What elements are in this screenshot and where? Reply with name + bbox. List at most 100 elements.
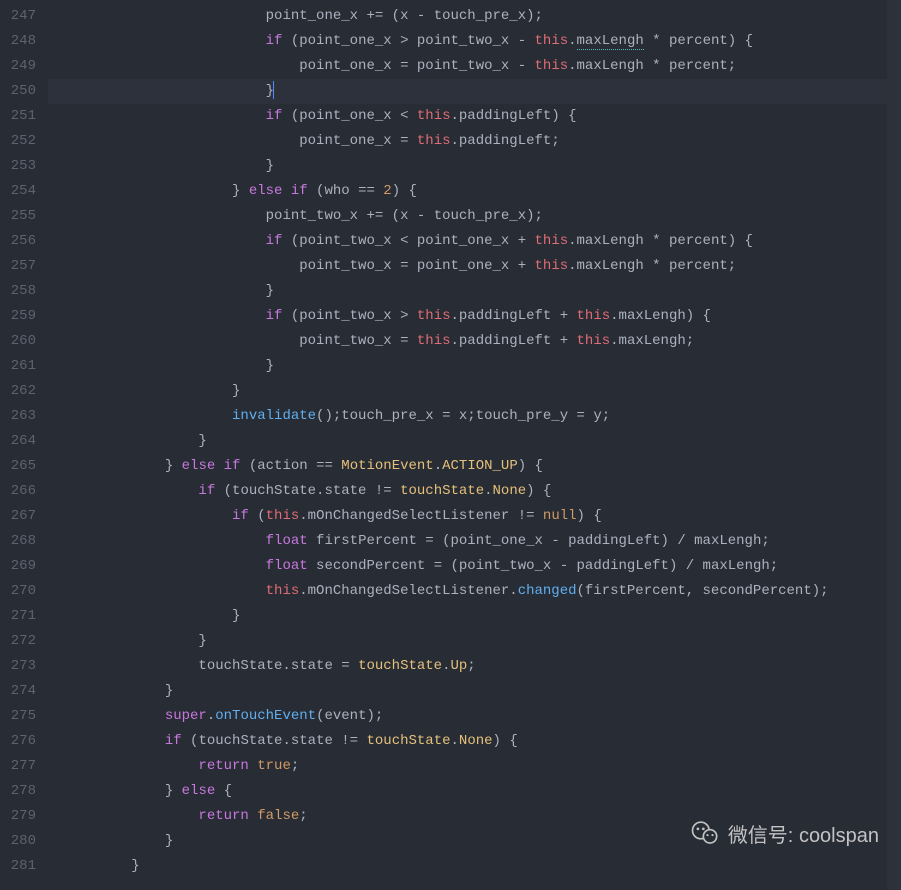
code-token: invalidate <box>232 408 316 424</box>
code-token: touch_pre_x); <box>425 8 543 24</box>
code-token: } <box>165 783 173 799</box>
code-token: } <box>165 683 173 699</box>
code-line[interactable]: if (point_one_x > point_two_x - this.max… <box>48 29 901 54</box>
code-token: y; <box>585 408 610 424</box>
code-line[interactable]: } <box>48 829 901 854</box>
code-line[interactable]: } <box>48 679 901 704</box>
code-token: (point_one_x <box>282 108 400 124</box>
code-line[interactable]: float firstPercent = (point_one_x - padd… <box>48 529 901 554</box>
line-number: 271 <box>8 604 36 629</box>
code-token: touchState.state <box>198 658 341 674</box>
code-token: - <box>518 33 526 49</box>
line-number: 269 <box>8 554 36 579</box>
code-token <box>408 133 416 149</box>
code-token: if <box>165 733 182 749</box>
code-token: if <box>266 308 283 324</box>
code-line[interactable]: if (this.mOnChangedSelectListener != nul… <box>48 504 901 529</box>
line-number: 257 <box>8 254 36 279</box>
code-line[interactable]: point_one_x += (x - touch_pre_x); <box>48 4 901 29</box>
code-token: .paddingLeft <box>451 333 560 349</box>
code-line[interactable]: if (point_two_x < point_one_x + this.max… <box>48 229 901 254</box>
code-token: - <box>518 58 526 74</box>
code-line[interactable]: } else { <box>48 779 901 804</box>
scroll-minimap-area[interactable] <box>887 0 901 890</box>
code-token: point_one_x <box>408 258 517 274</box>
line-number: 249 <box>8 54 36 79</box>
code-token: this <box>417 308 451 324</box>
code-line[interactable]: } <box>48 429 901 454</box>
code-line[interactable]: } <box>48 629 901 654</box>
code-content-area[interactable]: point_one_x += (x - touch_pre_x); if (po… <box>48 0 901 890</box>
code-token: ) { <box>526 483 551 499</box>
code-token: if <box>198 483 215 499</box>
code-token: touchState <box>367 733 451 749</box>
code-token <box>392 483 400 499</box>
code-line[interactable]: return true; <box>48 754 901 779</box>
code-token: { <box>215 783 232 799</box>
code-line[interactable]: } <box>48 79 901 104</box>
code-line[interactable]: float secondPercent = (point_two_x - pad… <box>48 554 901 579</box>
code-editor[interactable]: 2472482492502512522532542552562572582592… <box>0 0 901 890</box>
code-token: (touchState.state <box>182 733 342 749</box>
code-token: 2 <box>383 183 391 199</box>
code-token: (event); <box>316 708 383 724</box>
code-token: .paddingLeft; <box>451 133 560 149</box>
line-number: 267 <box>8 504 36 529</box>
code-line[interactable]: super.onTouchEvent(event); <box>48 704 901 729</box>
code-token <box>358 733 366 749</box>
code-line[interactable]: if (touchState.state != touchState.None)… <box>48 479 901 504</box>
code-token: } <box>232 383 240 399</box>
code-token: touch_pre_x); <box>425 208 543 224</box>
code-token: .maxLengh <box>568 58 652 74</box>
code-token <box>249 808 257 824</box>
line-number: 254 <box>8 179 36 204</box>
code-token: != <box>341 733 358 749</box>
code-token: .paddingLeft) { <box>451 108 577 124</box>
line-number: 251 <box>8 104 36 129</box>
code-token: this <box>266 583 300 599</box>
code-line[interactable]: point_two_x += (x - touch_pre_x); <box>48 204 901 229</box>
code-token: this <box>417 133 451 149</box>
code-token: null <box>543 508 577 524</box>
code-token: if <box>266 33 283 49</box>
code-token: .maxLengh; <box>610 333 694 349</box>
code-token: / <box>686 558 694 574</box>
code-token: (action <box>240 458 316 474</box>
line-number: 274 <box>8 679 36 704</box>
line-number: 265 <box>8 454 36 479</box>
code-line[interactable]: } <box>48 604 901 629</box>
code-token: != <box>518 508 535 524</box>
code-line[interactable]: touchState.state = touchState.Up; <box>48 654 901 679</box>
code-line[interactable]: this.mOnChangedSelectListener.changed(fi… <box>48 579 901 604</box>
code-line[interactable]: } else if (action == MotionEvent.ACTION_… <box>48 454 901 479</box>
code-line[interactable]: } else if (who == 2) { <box>48 179 901 204</box>
code-token: percent) { <box>661 33 753 49</box>
code-line[interactable]: if (point_one_x < this.paddingLeft) { <box>48 104 901 129</box>
code-token: (point_two_x <box>282 233 400 249</box>
code-token: / <box>677 533 685 549</box>
code-token: .maxLengh <box>568 258 652 274</box>
code-line[interactable]: point_one_x = this.paddingLeft; <box>48 129 901 154</box>
code-line[interactable]: } <box>48 379 901 404</box>
line-number: 252 <box>8 129 36 154</box>
code-line[interactable]: point_one_x = point_two_x - this.maxLeng… <box>48 54 901 79</box>
code-line[interactable]: invalidate();touch_pre_x = x;touch_pre_y… <box>48 404 901 429</box>
code-line[interactable]: point_two_x = this.paddingLeft + this.ma… <box>48 329 901 354</box>
code-line[interactable]: } <box>48 279 901 304</box>
code-line[interactable]: } <box>48 854 901 879</box>
code-line[interactable]: } <box>48 354 901 379</box>
code-token: = <box>434 558 442 574</box>
code-token <box>240 183 248 199</box>
line-number: 281 <box>8 854 36 879</box>
code-token: ( <box>249 508 266 524</box>
code-line[interactable]: if (point_two_x > this.paddingLeft + thi… <box>48 304 901 329</box>
code-line[interactable]: } <box>48 154 901 179</box>
code-token: (firstPercent, secondPercent); <box>577 583 829 599</box>
code-token: . <box>484 483 492 499</box>
line-number: 272 <box>8 629 36 654</box>
code-token: ACTION_UP <box>442 458 518 474</box>
code-line[interactable]: return false; <box>48 804 901 829</box>
code-line[interactable]: point_two_x = point_one_x + this.maxLeng… <box>48 254 901 279</box>
code-line[interactable]: if (touchState.state != touchState.None)… <box>48 729 901 754</box>
line-number-gutter: 2472482492502512522532542552562572582592… <box>0 0 48 890</box>
